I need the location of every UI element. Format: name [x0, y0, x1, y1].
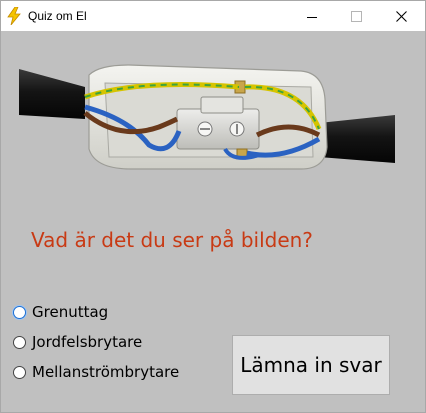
option-jordfelsbrytare[interactable]: Jordfelsbrytare — [13, 331, 142, 353]
maximize-button[interactable] — [334, 1, 379, 31]
option-mellanstrombrytare-radio[interactable] — [13, 365, 26, 379]
minimize-icon — [306, 16, 317, 18]
option-label: Grenuttag — [32, 303, 109, 321]
quiz-image — [19, 64, 395, 170]
option-mellanstrombrytare[interactable]: Mellanströmbrytare — [13, 361, 179, 383]
app-window: Quiz om El Vad är det du ser på bilden? … — [0, 0, 426, 413]
question-text: Vad är det du ser på bilden? — [31, 228, 313, 252]
title-bar[interactable]: Quiz om El — [1, 1, 425, 31]
minimize-button[interactable] — [289, 1, 334, 31]
option-label: Mellanströmbrytare — [32, 363, 180, 381]
close-icon — [396, 10, 407, 22]
close-button[interactable] — [379, 1, 424, 31]
option-label: Jordfelsbrytare — [32, 333, 143, 351]
submit-answer-button[interactable]: Lämna in svar — [232, 335, 390, 395]
option-jordfelsbrytare-radio[interactable] — [13, 335, 26, 349]
maximize-icon — [351, 10, 362, 22]
lightning-icon — [7, 7, 21, 25]
option-grenuttag-radio[interactable] — [13, 305, 26, 319]
option-grenuttag[interactable]: Grenuttag — [13, 301, 108, 323]
window-title: Quiz om El — [28, 9, 87, 23]
content-area: Vad är det du ser på bilden? Grenuttag J… — [1, 31, 425, 412]
